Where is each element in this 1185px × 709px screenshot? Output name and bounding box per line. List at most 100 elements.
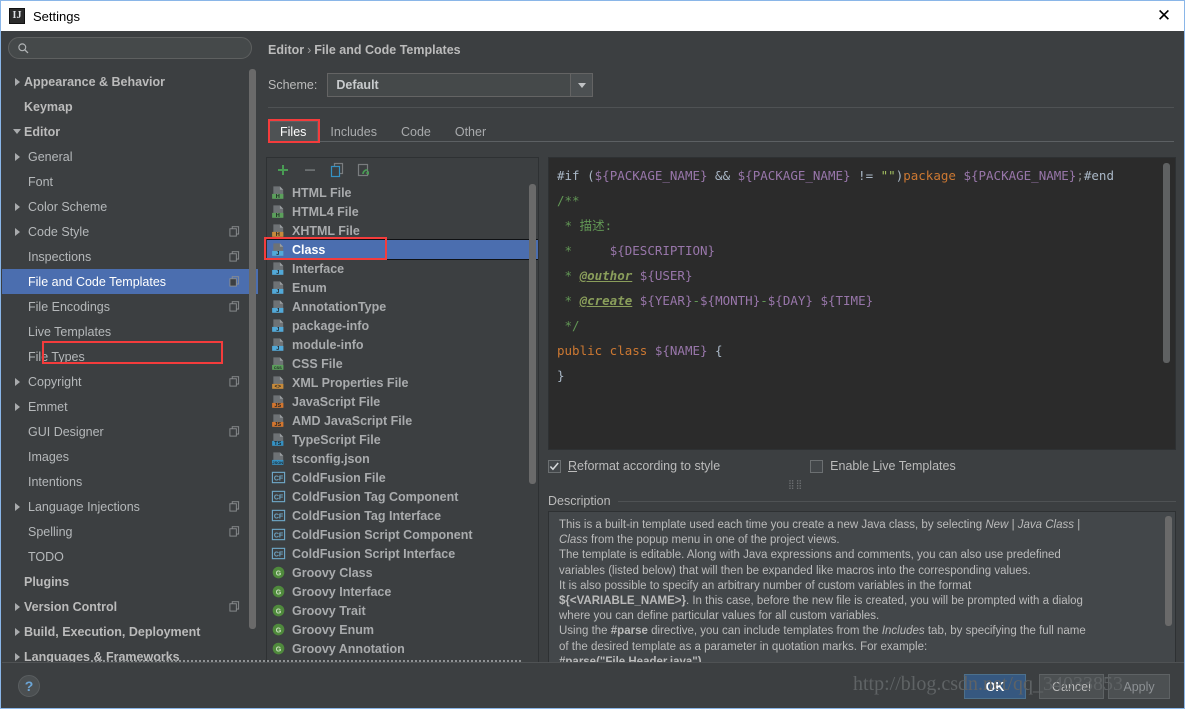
chevron-right-icon[interactable] bbox=[10, 627, 24, 636]
template-list-item[interactable]: CF ColdFusion Script Component bbox=[267, 525, 538, 544]
tab-files[interactable]: Files bbox=[268, 121, 319, 143]
template-code-editor[interactable]: #if (${PACKAGE_NAME} && ${PACKAGE_NAME} … bbox=[548, 157, 1176, 450]
sidebar-item-code-style[interactable]: Code Style bbox=[2, 219, 258, 244]
template-list-item[interactable]: TS TypeScript File bbox=[267, 430, 538, 449]
sidebar-item-images[interactable]: Images bbox=[2, 444, 258, 469]
chevron-right-icon[interactable] bbox=[10, 377, 24, 386]
sidebar-item-keymap[interactable]: Keymap bbox=[2, 94, 258, 119]
sidebar-item-spelling[interactable]: Spelling bbox=[2, 519, 258, 544]
enable-live-templates-label[interactable]: Enable Live Templates bbox=[830, 459, 956, 473]
sidebar-item-color-scheme[interactable]: Color Scheme bbox=[2, 194, 258, 219]
chevron-down-icon[interactable] bbox=[570, 74, 593, 96]
breadcrumb-parent[interactable]: Editor bbox=[268, 43, 304, 57]
template-list-item[interactable]: H HTML4 File bbox=[267, 202, 538, 221]
add-template-button[interactable] bbox=[275, 162, 291, 178]
template-list-item-label: JavaScript File bbox=[292, 394, 381, 409]
code-line: #if (${PACKAGE_NAME} && ${PACKAGE_NAME} … bbox=[557, 168, 1114, 183]
sidebar-item-file-types[interactable]: File Types bbox=[2, 344, 258, 369]
ok-button[interactable]: OK bbox=[964, 674, 1026, 699]
template-list-item[interactable]: G Groovy Annotation bbox=[267, 639, 538, 658]
sidebar-item-file-and-code-templates[interactable]: File and Code Templates bbox=[2, 269, 258, 294]
chevron-right-icon[interactable] bbox=[10, 602, 24, 611]
template-list-item[interactable]: J Interface bbox=[267, 259, 538, 278]
template-list-item[interactable]: JS AMD JavaScript File bbox=[267, 411, 538, 430]
sidebar-item-inspections[interactable]: Inspections bbox=[2, 244, 258, 269]
tab-other[interactable]: Other bbox=[443, 121, 498, 143]
close-icon[interactable]: ✕ bbox=[1154, 6, 1174, 26]
template-list-item[interactable]: G Groovy Interface bbox=[267, 582, 538, 601]
reset-template-button[interactable] bbox=[356, 162, 372, 178]
sidebar-scrollbar[interactable] bbox=[247, 69, 258, 662]
chevron-right-icon[interactable] bbox=[10, 652, 24, 661]
sidebar-item-file-encodings[interactable]: File Encodings bbox=[2, 294, 258, 319]
template-list-scrollbar-thumb[interactable] bbox=[529, 184, 536, 484]
template-list-item[interactable]: Jmodule-info bbox=[267, 335, 538, 354]
chevron-right-icon[interactable] bbox=[10, 202, 24, 211]
search-box[interactable] bbox=[8, 37, 252, 59]
template-list-item[interactable]: H HTML File bbox=[267, 183, 538, 202]
chevron-right-icon[interactable] bbox=[10, 152, 24, 161]
template-list-item[interactable]: <> XML Properties File bbox=[267, 373, 538, 392]
sidebar-item-live-templates[interactable]: Live Templates bbox=[2, 319, 258, 344]
reformat-according-to-style-checkbox[interactable] bbox=[548, 459, 561, 473]
template-list-item-label: HTML File bbox=[292, 185, 352, 200]
svg-text:G: G bbox=[276, 589, 282, 596]
tab-includes[interactable]: Includes bbox=[318, 121, 389, 143]
sidebar-item-label: File and Code Templates bbox=[28, 274, 167, 289]
sidebar-item-todo[interactable]: TODO bbox=[2, 544, 258, 569]
scheme-dropdown[interactable]: Default bbox=[327, 73, 594, 97]
sidebar-item-editor[interactable]: Editor bbox=[2, 119, 258, 144]
sidebar-item-version-control[interactable]: Version Control bbox=[2, 594, 258, 619]
chevron-right-icon[interactable] bbox=[10, 227, 24, 236]
sidebar-scrollbar-thumb[interactable] bbox=[249, 69, 256, 629]
sidebar-item-font[interactable]: Font bbox=[2, 169, 258, 194]
template-list-item[interactable]: G Groovy Trait bbox=[267, 601, 538, 620]
chevron-down-icon[interactable] bbox=[10, 129, 24, 134]
help-button[interactable]: ? bbox=[18, 675, 40, 697]
groovy-icon: G bbox=[271, 622, 286, 637]
sidebar-item-general[interactable]: General bbox=[2, 144, 258, 169]
search-icon bbox=[18, 43, 29, 54]
sidebar-item-plugins[interactable]: Plugins bbox=[2, 569, 258, 594]
remove-template-button[interactable] bbox=[302, 162, 318, 178]
tab-code[interactable]: Code bbox=[389, 121, 443, 143]
copy-template-button[interactable] bbox=[329, 162, 345, 178]
js-file-icon: JS bbox=[271, 394, 286, 409]
template-list-item[interactable]: Jpackage-info bbox=[267, 316, 538, 335]
sidebar-item-language-injections[interactable]: Language Injections bbox=[2, 494, 258, 519]
template-list-item[interactable]: JSON tsconfig.json bbox=[267, 449, 538, 468]
template-list-item[interactable]: JS JavaScript File bbox=[267, 392, 538, 411]
sidebar-item-appearance-behavior[interactable]: Appearance & Behavior bbox=[2, 69, 258, 94]
reformat-according-to-style-label[interactable]: Reformat according to style bbox=[568, 459, 720, 473]
template-list-item[interactable]: J AnnotationType bbox=[267, 297, 538, 316]
template-list-item[interactable]: H XHTML File bbox=[267, 221, 538, 240]
cancel-button[interactable]: Cancel bbox=[1039, 674, 1104, 699]
description-scrollbar-thumb[interactable] bbox=[1165, 516, 1172, 626]
sidebar-item-intentions[interactable]: Intentions bbox=[2, 469, 258, 494]
template-list-item[interactable]: G Groovy Class bbox=[267, 563, 538, 582]
apply-button[interactable]: Apply bbox=[1108, 674, 1170, 699]
template-list-item[interactable]: J Class bbox=[267, 239, 538, 260]
sidebar-item-emmet[interactable]: Emmet bbox=[2, 394, 258, 419]
java-file-icon: J bbox=[271, 280, 286, 295]
template-list-item[interactable]: CF ColdFusion Tag Interface bbox=[267, 506, 538, 525]
sidebar-item-copyright[interactable]: Copyright bbox=[2, 369, 258, 394]
chevron-right-icon[interactable] bbox=[10, 402, 24, 411]
template-list-toolbar bbox=[267, 158, 538, 182]
sidebar-item-gui-designer[interactable]: GUI Designer bbox=[2, 419, 258, 444]
editor-scrollbar-thumb[interactable] bbox=[1163, 163, 1170, 363]
template-list-item[interactable]: CF ColdFusion Script Interface bbox=[267, 544, 538, 563]
splitter-gripper[interactable]: ⣿⣿ bbox=[788, 479, 803, 490]
sidebar-item-label: Language Injections bbox=[28, 499, 140, 514]
search-input[interactable] bbox=[35, 38, 245, 58]
template-list-item[interactable]: G Groovy Enum bbox=[267, 620, 538, 639]
chevron-right-icon[interactable] bbox=[10, 77, 24, 86]
enable-live-templates-checkbox[interactable] bbox=[810, 459, 824, 473]
sidebar-item-build-execution-deployment[interactable]: Build, Execution, Deployment bbox=[2, 619, 258, 644]
template-list[interactable]: H HTML File H HTML4 File H XHTML File J Class J I… bbox=[267, 183, 538, 686]
template-list-item[interactable]: J Enum bbox=[267, 278, 538, 297]
template-list-item[interactable]: CF ColdFusion File bbox=[267, 468, 538, 487]
template-list-item[interactable]: CSS CSS File bbox=[267, 354, 538, 373]
chevron-right-icon[interactable] bbox=[10, 502, 24, 511]
template-list-item[interactable]: CF ColdFusion Tag Component bbox=[267, 487, 538, 506]
